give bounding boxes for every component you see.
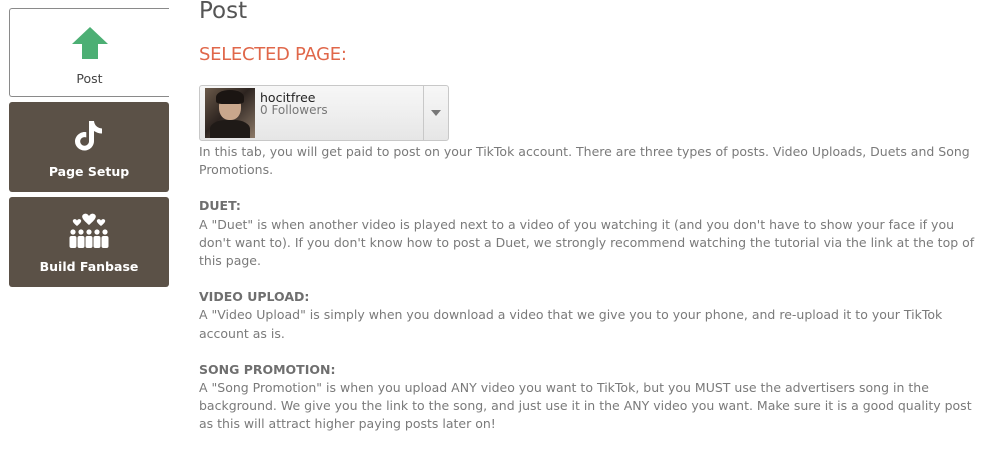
page-selector-dropdown[interactable]: hocitfree 0 Followers (199, 85, 449, 141)
arrow-up-icon (71, 25, 109, 61)
sidebar: Post Page Setup Build Fanbase (9, 8, 169, 287)
video-upload-text: A "Video Upload" is simply when you down… (199, 307, 943, 341)
tab-page-setup-label: Page Setup (48, 164, 130, 179)
selected-page-heading: SELECTED PAGE: (199, 44, 347, 65)
instructions: In this tab, you will get paid to post o… (199, 143, 989, 452)
duet-section: DUET: A "Duet" is when another video is … (199, 197, 989, 270)
song-promotion-text: A "Song Promotion" is when you upload AN… (199, 380, 972, 432)
avatar (205, 88, 255, 138)
intro-text: In this tab, you will get paid to post o… (199, 144, 970, 178)
chevron-down-icon (431, 110, 441, 116)
page-title: Post (199, 0, 248, 24)
song-promotion-section: SONG PROMOTION: A "Song Promotion" is wh… (199, 361, 989, 434)
video-upload-section: VIDEO UPLOAD: A "Video Upload" is simply… (199, 288, 989, 343)
tab-post-label: Post (76, 71, 103, 86)
tiktok-icon (74, 118, 104, 154)
duet-text: A "Duet" is when another video is played… (199, 216, 975, 269)
follower-count: 0 Followers (260, 103, 328, 117)
tab-build-fanbase-label: Build Fanbase (39, 259, 139, 274)
tab-build-fanbase[interactable]: Build Fanbase (9, 197, 169, 287)
video-upload-label: VIDEO UPLOAD: (199, 289, 310, 305)
tab-page-setup[interactable]: Page Setup (9, 102, 169, 192)
dropdown-toggle[interactable] (423, 86, 448, 140)
fanbase-icon (67, 213, 111, 249)
tab-post[interactable]: Post (9, 8, 169, 97)
song-promotion-label: SONG PROMOTION: (199, 361, 336, 377)
duet-label: DUET: (199, 198, 241, 214)
page-selector-info: hocitfree 0 Followers (260, 91, 423, 117)
